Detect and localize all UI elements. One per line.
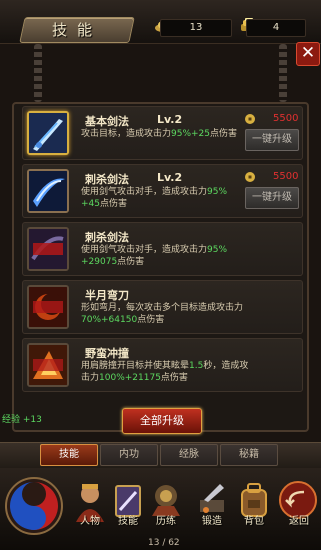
desc-text: 点伤害 [100, 199, 128, 209]
skill-row[interactable]: 半月弯刀 形如弯月，每次攻击多个目标造成攻击力 70%+64150点伤害 [22, 280, 303, 334]
ingot-count: 13 [160, 19, 232, 37]
skill-list-panel: 基本剑法 Lv.2 攻击目标，造成攻击力95%+25点伤害 5500 一键升级 … [12, 102, 309, 432]
decorative-chain-right [279, 44, 287, 102]
nav-label-return[interactable]: 返回 [277, 512, 321, 527]
page-title: 技能 [51, 21, 102, 39]
blade-icon [29, 287, 67, 327]
skill-name: 半月弯刀 [85, 289, 129, 302]
skill-icon-assassin-sword[interactable] [27, 169, 69, 213]
skill-icon-half-moon-blade[interactable] [27, 285, 69, 329]
skill-description: 攻击目标，造成攻击力95%+25点伤害 [81, 128, 251, 140]
nav-label-training[interactable]: 历练 [144, 512, 188, 527]
skill-description: 形如弯月，每次攻击多个目标造成攻击力 70%+64150点伤害 [81, 302, 251, 326]
coin-icon [245, 114, 255, 124]
skill-row[interactable]: 刺杀剑法 使用剑气攻击对手，造成攻击力95% +29075点伤害 [22, 222, 303, 276]
desc-text: 使用剑气攻击对手，造成攻击力 [81, 187, 208, 197]
close-button[interactable]: ✕ [296, 42, 320, 66]
skill-icon-assassin-sword-locked[interactable] [27, 227, 69, 271]
desc-text: 攻击目标，造成攻击力 [81, 129, 172, 139]
desc-text: 点伤害 [137, 315, 165, 325]
skill-icon-savage-charge[interactable] [27, 343, 69, 387]
tab-skills[interactable]: 技能 [40, 444, 98, 466]
coin-icon [245, 172, 255, 182]
upgrade-cost: 5500 [273, 113, 299, 124]
desc-value: 100%+21175 [99, 373, 161, 383]
one-click-upgrade-button[interactable]: 一键升级 [245, 129, 299, 151]
desc-value: 95% [207, 245, 228, 255]
desc-text: 形如弯月，每次攻击多个目标造成攻击力 [81, 303, 244, 313]
upgrade-all-button[interactable]: 全部升级 [122, 408, 202, 434]
skill-description: 使用剑气攻击对手，造成攻击力95% +45点伤害 [81, 186, 251, 210]
locked-skill-icon [29, 229, 67, 269]
skill-row[interactable]: 刺杀剑法 Lv.2 使用剑气攻击对手，造成攻击力95% +45点伤害 5500 一… [22, 164, 303, 218]
skill-description: 使用剑气攻击对手，造成攻击力95% +29075点伤害 [81, 244, 251, 268]
nav-label-forge[interactable]: 锻造 [190, 512, 234, 527]
skill-row[interactable]: 基本剑法 Lv.2 攻击目标，造成攻击力95%+25点伤害 5500 一键升级 [22, 106, 303, 160]
slash-icon [29, 171, 67, 211]
page-indicator: 13 / 62 [148, 538, 180, 548]
tab-inner-power[interactable]: 内功 [100, 444, 158, 466]
skill-name: 刺杀剑法 [85, 173, 129, 186]
sword-icon [29, 113, 67, 153]
desc-value: 95%+25 [171, 129, 211, 139]
skill-name: 基本剑法 [85, 115, 129, 128]
decorative-chain-left [34, 44, 42, 102]
tab-meridians[interactable]: 经脉 [160, 444, 218, 466]
desc-text: 点伤害 [210, 129, 238, 139]
experience-gain: 经验 +13 [2, 415, 42, 425]
orb-icon[interactable] [4, 476, 64, 536]
skill-level: Lv.2 [157, 113, 183, 126]
desc-value: 70%+64150 [81, 315, 138, 325]
skill-icon-basic-sword[interactable] [27, 111, 69, 155]
upgrade-cost: 5500 [273, 171, 299, 182]
skill-level: Lv.2 [157, 171, 183, 184]
tab-secret-books[interactable]: 秘籍 [220, 444, 278, 466]
skill-name: 刺杀剑法 [85, 231, 129, 244]
charge-icon [29, 345, 67, 385]
desc-text: 点伤害 [160, 373, 188, 383]
skill-description: 用肩膀撞开目标并使其眩晕1.5秒，造成攻击力100%+21175点伤害 [81, 360, 251, 384]
desc-value: +29075 [81, 257, 118, 267]
one-click-upgrade-button[interactable]: 一键升级 [245, 187, 299, 209]
desc-text: 点伤害 [117, 257, 145, 267]
gold-count: 4 [246, 19, 306, 37]
desc-value: 1.5 [189, 361, 204, 371]
nav-label-backpack[interactable]: 背包 [232, 512, 276, 527]
desc-value: 95% [207, 187, 228, 197]
skill-row[interactable]: 野蛮冲撞 用肩膀撞开目标并使其眩晕1.5秒，造成攻击力100%+21175点伤害 [22, 338, 303, 392]
desc-text: 用肩膀撞开目标并使其眩晕 [81, 361, 190, 371]
close-icon: ✕ [300, 43, 316, 63]
skill-name: 野蛮冲撞 [85, 347, 129, 360]
desc-text: 使用剑气攻击对手，造成攻击力 [81, 245, 208, 255]
desc-value: +45 [81, 199, 100, 209]
